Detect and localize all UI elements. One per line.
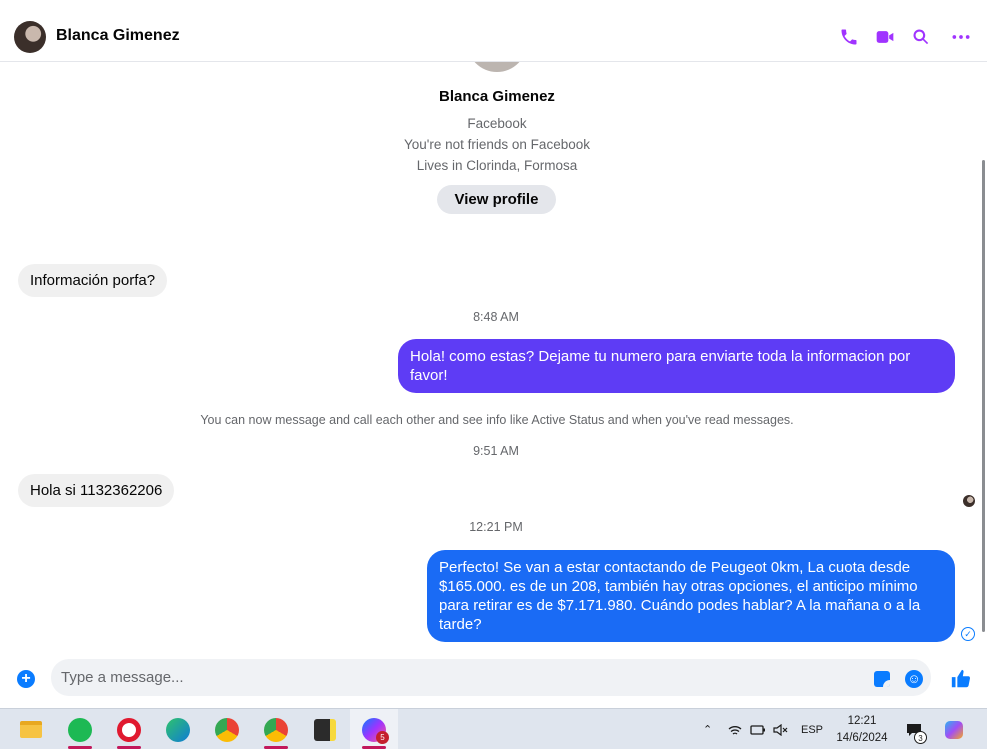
message-outgoing[interactable]: Hola! como estas? Dejame tu numero para … [398, 339, 955, 393]
message-incoming[interactable]: Información porfa? [18, 264, 168, 297]
messenger-icon[interactable]: 5 [350, 709, 398, 749]
chat-header: Blanca Gimenez [0, 0, 987, 62]
battery-icon[interactable] [750, 709, 766, 749]
profile-location: Lives in Clorinda, Formosa [416, 158, 578, 173]
messenger-badge: 5 [376, 731, 389, 744]
profile-name: Blanca Gimenez [439, 88, 555, 105]
copilot-icon[interactable] [945, 709, 963, 749]
windows-taskbar: 5 ⌃ ESP 12:21 14/6/2024 3 [0, 708, 987, 749]
sent-check-icon: ✓ [961, 627, 975, 641]
emoji-icon[interactable]: ☺ [905, 670, 923, 688]
profile-friend-status: You're not friends on Facebook [404, 137, 590, 152]
contact-avatar[interactable] [14, 21, 46, 53]
message-outgoing[interactable]: Perfecto! Se van a estar contactando de … [427, 550, 955, 642]
opera-icon[interactable] [105, 709, 153, 749]
timestamp: 8:48 AM [473, 310, 519, 324]
message-composer: + ☺ [0, 652, 987, 707]
chrome-profile-icon[interactable] [252, 709, 300, 749]
system-notice: You can now message and call each other … [200, 413, 794, 427]
clock-time: 12:21 [847, 715, 877, 727]
sticky-notes-icon[interactable] [301, 709, 349, 749]
wifi-icon[interactable] [728, 709, 742, 749]
conversation-area[interactable]: Blanca Gimenez Facebook You're not frien… [0, 62, 987, 652]
video-call-icon[interactable] [874, 26, 896, 48]
clock-date: 14/6/2024 [836, 732, 888, 744]
notification-count: 3 [914, 731, 927, 744]
show-hidden-icons-icon[interactable]: ⌃ [703, 709, 712, 749]
spotify-icon[interactable] [56, 709, 104, 749]
view-profile-button[interactable]: View profile [437, 185, 556, 214]
message-incoming[interactable]: Hola si 1132362206 [18, 474, 175, 507]
more-options-icon[interactable] [950, 26, 972, 48]
system-clock[interactable]: 12:21 14/6/2024 [832, 713, 892, 747]
thumbs-up-icon[interactable] [950, 668, 972, 690]
contact-name[interactable]: Blanca Gimenez [56, 27, 180, 45]
volume-muted-icon[interactable] [773, 709, 789, 749]
profile-source: Facebook [467, 116, 527, 131]
seen-avatar [963, 495, 975, 507]
file-explorer-icon[interactable] [7, 709, 55, 749]
language-indicator[interactable]: ESP [801, 709, 823, 749]
sticker-icon[interactable] [874, 671, 890, 687]
plus-icon[interactable]: + [17, 670, 35, 688]
phone-icon[interactable] [838, 26, 860, 48]
search-icon[interactable] [910, 26, 932, 48]
message-input[interactable] [51, 659, 931, 696]
timestamp: 12:21 PM [469, 520, 523, 534]
edge-icon[interactable] [154, 709, 202, 749]
timestamp: 9:51 AM [473, 444, 519, 458]
chrome-icon[interactable] [203, 709, 251, 749]
scrollbar[interactable] [982, 160, 985, 632]
profile-picture [467, 62, 527, 72]
